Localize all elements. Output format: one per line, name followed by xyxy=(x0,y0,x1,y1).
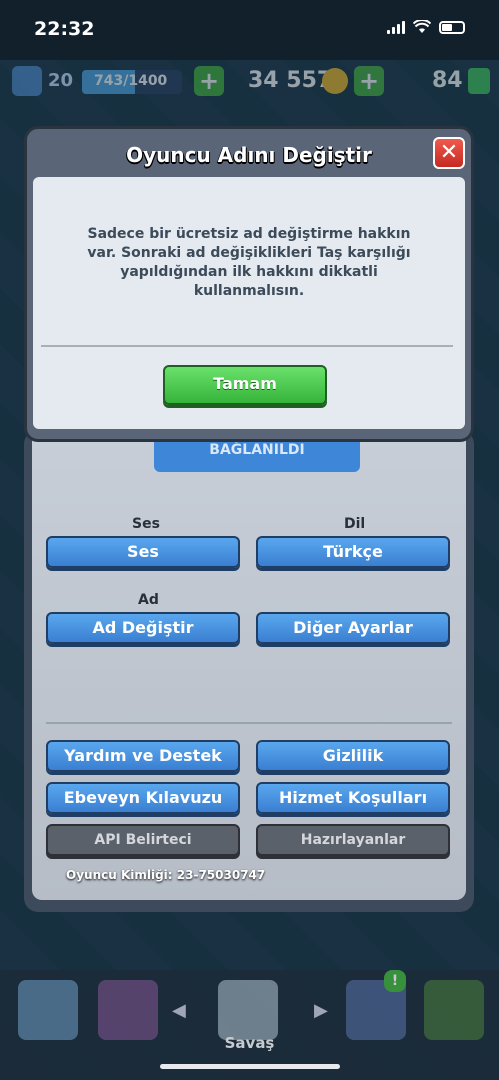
dialog-divider xyxy=(41,345,453,347)
terms-of-service-button[interactable]: Hizmet Koşulları xyxy=(256,782,450,814)
signal-icon xyxy=(387,20,405,34)
close-button[interactable]: ✕ xyxy=(433,137,465,169)
settings-content: BAĞLANILDI Ses Dil Ses Türkçe Ad Ad Deği… xyxy=(32,430,466,900)
language-button[interactable]: Türkçe xyxy=(256,536,450,568)
player-id: Oyuncu Kimliği: 23-75030747 xyxy=(66,868,266,882)
settings-panel: BAĞLANILDI Ses Dil Ses Türkçe Ad Ad Deği… xyxy=(24,430,474,912)
settings-divider xyxy=(46,722,452,724)
gem-icon xyxy=(468,68,490,94)
credits-button[interactable]: Hazırlayanlar xyxy=(256,824,450,856)
change-name-button[interactable]: Ad Değiştir xyxy=(46,612,240,644)
nav-cards-icon[interactable] xyxy=(98,980,158,1040)
dialog-body: Sadece bir ücretsiz ad değiştirme hakkın… xyxy=(33,177,465,429)
status-bar: 22:32 xyxy=(0,0,499,60)
ok-button[interactable]: Tamam xyxy=(163,365,327,405)
resource-bar: 20 743/1400 + 34 557 + 84 xyxy=(0,62,499,102)
name-section-label: Ad xyxy=(138,592,159,608)
clan-notification-badge: ! xyxy=(384,970,406,992)
gems-value: 84 xyxy=(432,68,463,93)
other-settings-button[interactable]: Diğer Ayarlar xyxy=(256,612,450,644)
sound-section-label: Ses xyxy=(132,516,160,532)
sound-button[interactable]: Ses xyxy=(46,536,240,568)
language-section-label: Dil xyxy=(344,516,366,532)
help-support-button[interactable]: Yardım ve Destek xyxy=(46,740,240,772)
nav-battle-icon[interactable] xyxy=(218,980,278,1040)
battery-icon xyxy=(439,20,465,34)
add-gold-button[interactable]: + xyxy=(354,66,384,96)
nav-events-icon[interactable] xyxy=(424,980,484,1040)
xp-text: 743/1400 xyxy=(94,73,168,89)
gold-value: 34 557 xyxy=(248,68,333,93)
nav-right-arrow-icon[interactable]: ▶ xyxy=(314,1000,328,1021)
nav-active-label: Savaş xyxy=(224,1034,275,1052)
wifi-icon xyxy=(413,20,431,33)
status-icons xyxy=(387,20,465,34)
nav-left-arrow-icon[interactable]: ◀ xyxy=(172,1000,186,1021)
dialog-message: Sadece bir ücretsiz ad değiştirme hakkın… xyxy=(87,226,411,299)
parent-guide-button[interactable]: Ebeveyn Kılavuzu xyxy=(46,782,240,814)
privacy-button[interactable]: Gizlilik xyxy=(256,740,450,772)
level-badge-icon xyxy=(12,66,42,96)
nav-shop-icon[interactable] xyxy=(18,980,78,1040)
dialog-title: Oyuncu Adını Değiştir xyxy=(126,143,372,167)
status-time: 22:32 xyxy=(34,18,95,40)
level-value: 20 xyxy=(48,70,74,91)
add-xp-button[interactable]: + xyxy=(194,66,224,96)
api-token-button[interactable]: API Belirteci xyxy=(46,824,240,856)
gold-coin-icon xyxy=(322,68,348,94)
home-indicator xyxy=(160,1064,340,1069)
change-name-dialog: Oyuncu Adını Değiştir ✕ Sadece bir ücret… xyxy=(24,126,474,442)
